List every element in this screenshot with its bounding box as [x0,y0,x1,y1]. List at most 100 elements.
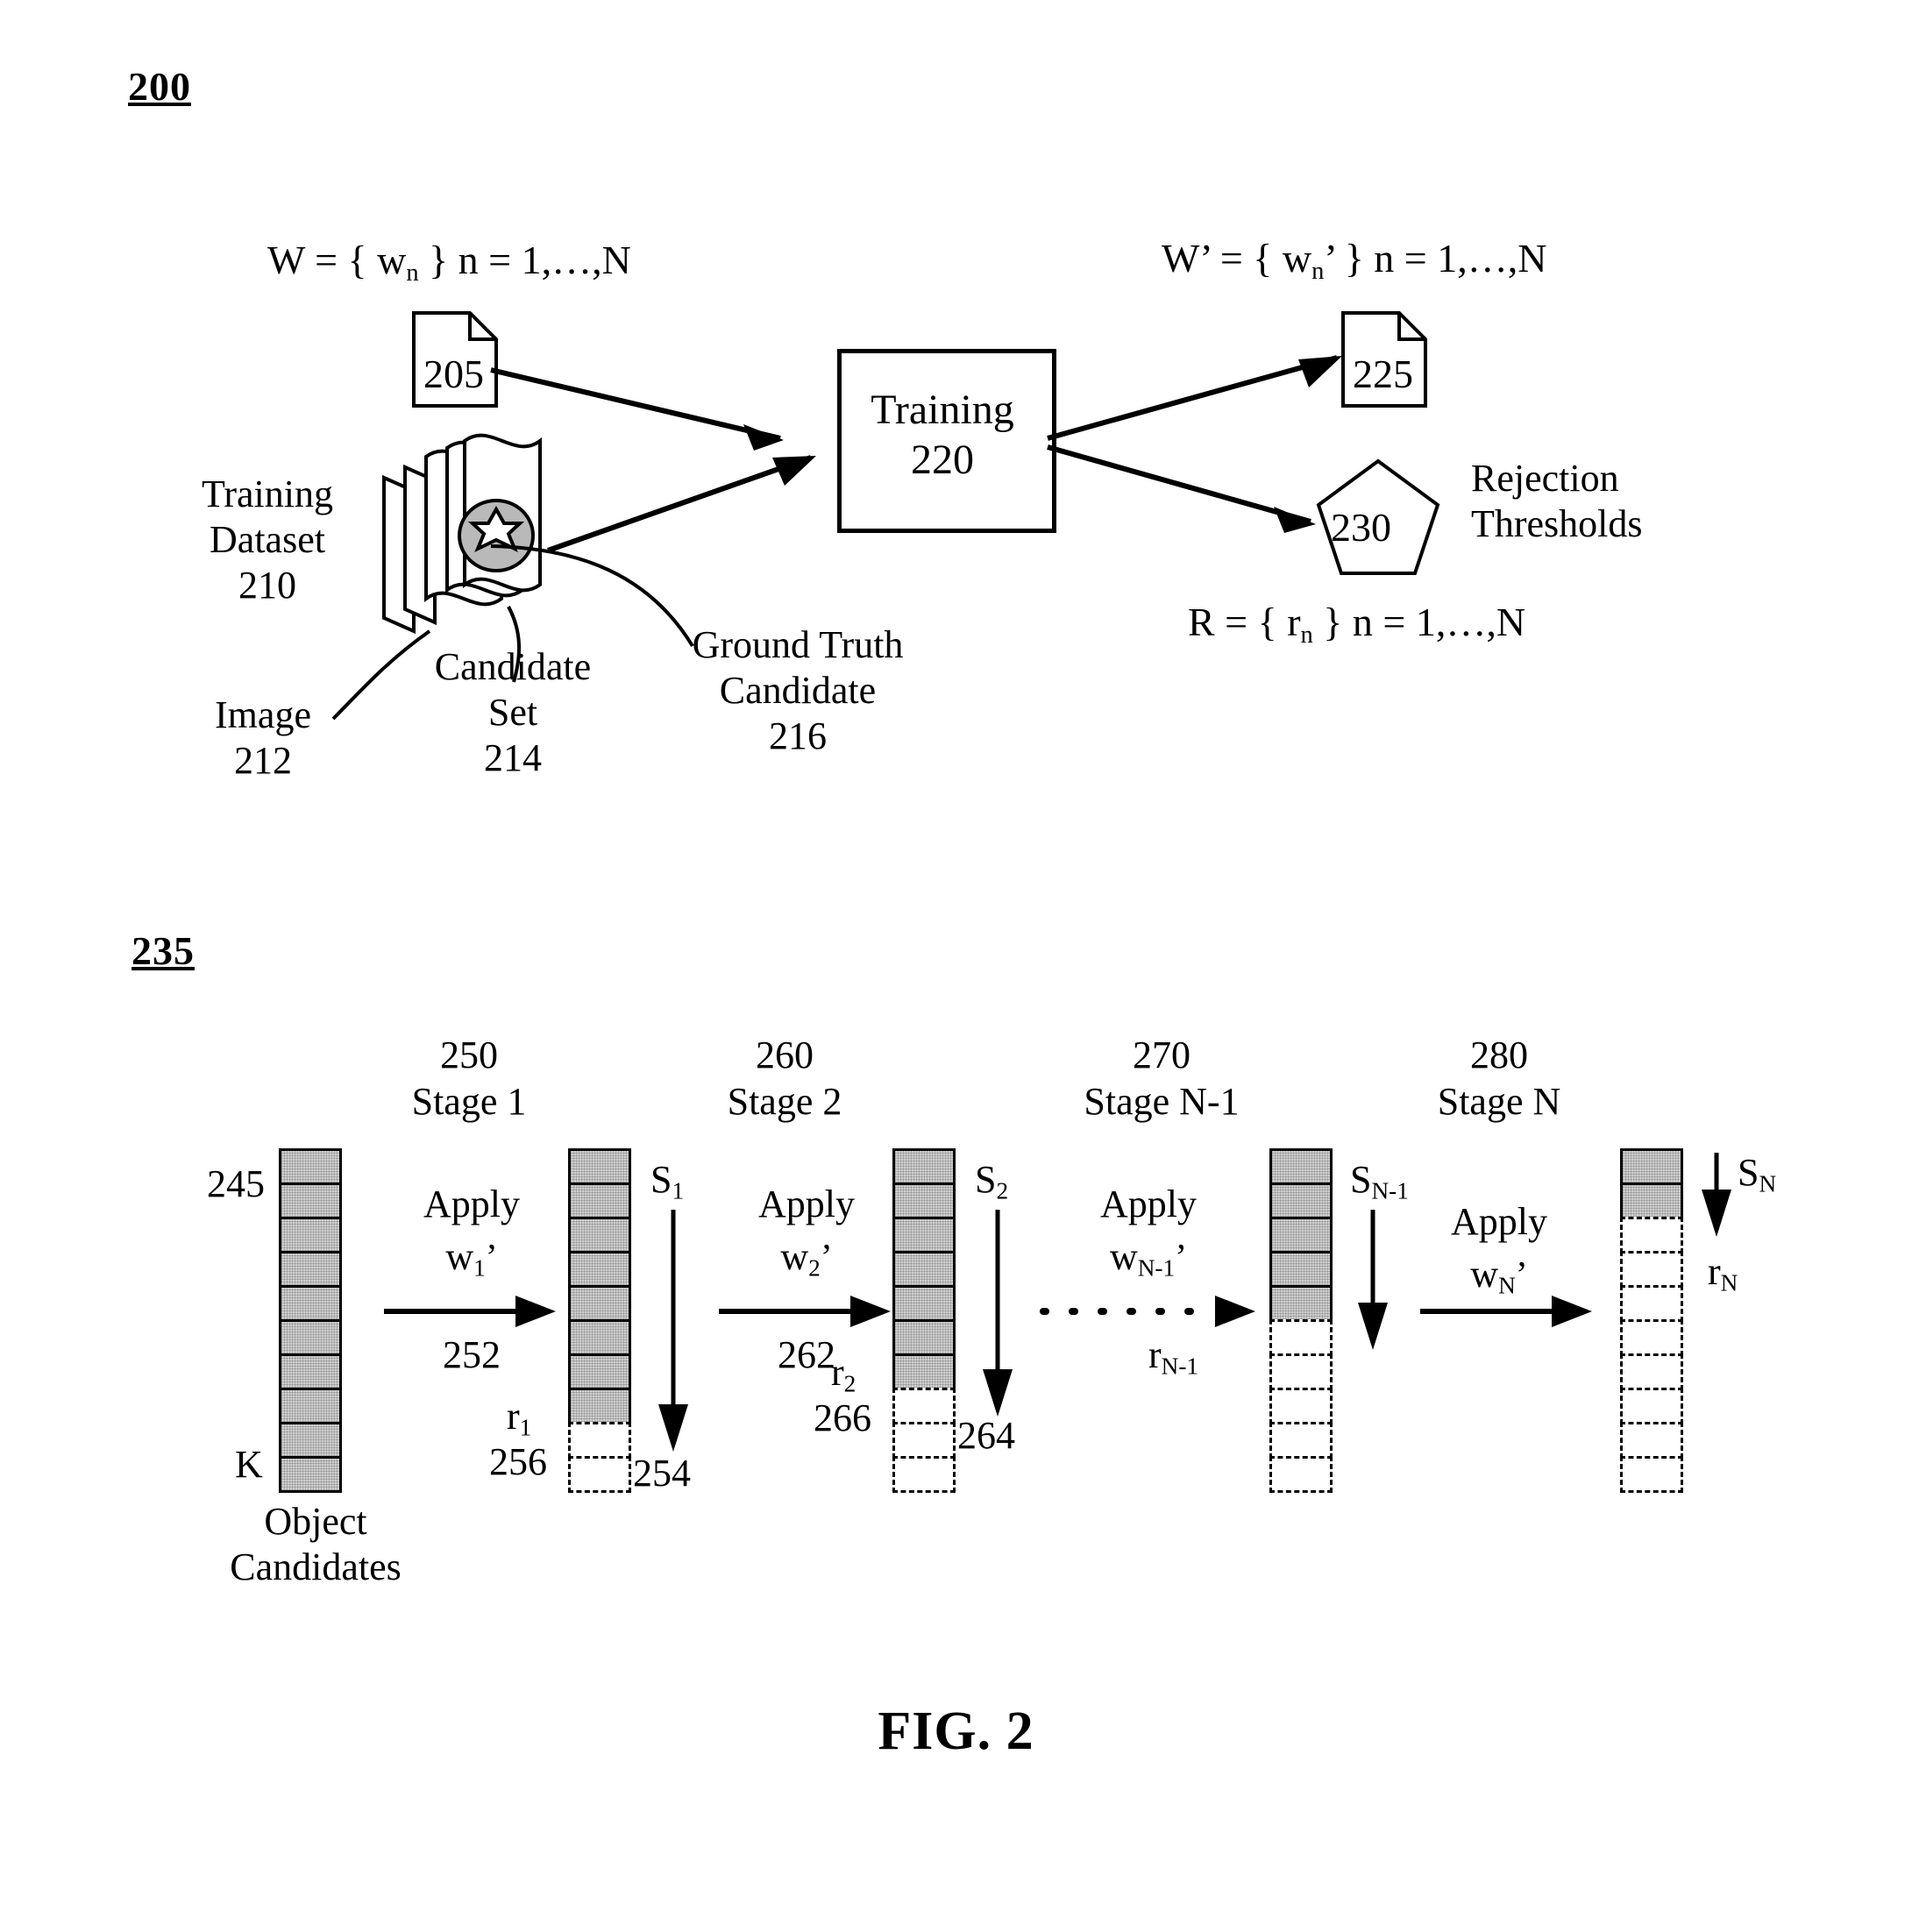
candidate-cell-rejected [1620,1422,1683,1459]
apply-label-4: Apply [1411,1199,1587,1244]
candidate-cell-filled [279,1285,342,1322]
apply-arrow-3-dotted [1040,1296,1255,1327]
candidate-cell-rejected [1269,1422,1333,1459]
training-box-title: Training [871,387,1014,433]
rejection-thresholds-caption-line2: Thresholds [1471,501,1643,545]
score-label-3: SN-1 [1350,1157,1409,1205]
threshold-label-3-sub: N-1 [1161,1353,1199,1380]
candidate-cell-filled [279,1217,342,1254]
apply-arrow-1 [384,1296,556,1327]
weights-in-document-label: 205 [423,352,484,396]
candidate-cell-filled [892,1183,956,1219]
apply-arrow-2 [719,1296,891,1327]
candidate-column-stage-n-1 [1269,1148,1333,1493]
candidate-cell-rejected [1269,1456,1333,1493]
object-candidates-caption-line1: Object [264,1500,367,1543]
score-label-2-base: S [975,1158,997,1201]
candidate-cell-filled [568,1388,631,1424]
score-label-3-sub: N-1 [1371,1177,1409,1204]
candidate-cell-filled [1269,1251,1333,1288]
threshold-label-1-base: r [507,1395,520,1438]
input-weights-equation-head: W = { w [267,238,407,282]
candidate-cell-filled [1620,1148,1683,1185]
threshold-label-3: rN-1 [1148,1332,1198,1381]
candidate-set-label-line2: Set [487,690,538,734]
apply-weight-2: w2’ [719,1234,894,1282]
apply-label-3: Apply [1052,1182,1245,1226]
stage-header-4: 280 Stage N [1390,1033,1609,1126]
candidate-set-label: Candidate Set 214 [399,644,627,781]
apply-label-1: Apply [384,1182,559,1226]
training-box-label: Training 220 [837,386,1048,485]
apply-weight-3-base: w [1109,1235,1138,1278]
image-label: Image 212 [175,693,351,784]
candidate-cell-rejected [1620,1285,1683,1322]
threshold-id-2: 266 [814,1396,871,1439]
figure-caption: FIG. 2 [878,1701,1034,1761]
apply-arrow-1-id: 252 [443,1333,501,1376]
candidate-cell-filled [892,1285,956,1322]
candidate-cell-rejected [1620,1251,1683,1288]
training-box-id: 220 [911,436,974,483]
stage-header-2: 260 Stage 2 [684,1033,885,1126]
stage-header-3-name: Stage N-1 [1084,1079,1240,1123]
apply-label-2: Apply [719,1182,894,1226]
apply-weight-1-prime: ’ [485,1238,498,1278]
score-arrow-3 [1358,1210,1388,1350]
candidate-cell-filled [568,1353,631,1390]
candidate-cell-filled [279,1456,342,1493]
candidate-cell-rejected [1620,1388,1683,1424]
candidate-column-stage-2 [892,1148,956,1493]
apply-weight-2-base: w [780,1235,809,1278]
candidate-column-stage-n [1620,1148,1683,1493]
candidate-cell-filled [279,1183,342,1219]
output-weights-equation: W’ = { wn’ } n = 1,…,N [1162,235,1546,286]
apply-weight-1-base: w [445,1235,474,1278]
score-label-4-sub: N [1759,1170,1777,1197]
threshold-label-4: rN [1708,1249,1738,1297]
ground-truth-label-id: 216 [769,714,827,757]
stage-header-4-name: Stage N [1437,1079,1561,1123]
candidate-set-label-line1: Candidate [434,645,592,688]
candidate-cell-filled [892,1353,956,1390]
apply-weight-4: wN’ [1411,1252,1587,1300]
candidate-cell-rejected [892,1388,956,1424]
score-arrow-1 [658,1210,688,1452]
candidate-cell-filled [1620,1183,1683,1219]
candidate-cell-rejected [1620,1456,1683,1493]
input-weights-equation-sub: n [406,259,419,287]
apply-weight-1-sub: 1 [473,1254,486,1282]
candidate-cell-rejected [1269,1319,1333,1356]
stage-header-3-id: 270 [1133,1033,1191,1076]
apply-label-2-text: Apply [758,1183,855,1225]
candidate-cell-filled [1269,1217,1333,1254]
apply-label-3-text: Apply [1100,1183,1197,1225]
stage-header-1: 250 Stage 1 [368,1033,570,1126]
apply-weight-3: wN-1’ [1052,1234,1245,1282]
threshold-label-2-base: r [831,1351,844,1394]
thresholds-equation-tail: } n = 1,…,N [1312,600,1526,644]
apply-label-4-text: Apply [1451,1200,1547,1243]
score-arrow-2 [983,1210,1013,1417]
candidate-cell-filled [279,1388,342,1424]
apply-arrow-2-id: 262 [778,1333,835,1376]
candidate-cell-filled [568,1319,631,1356]
candidate-cell-filled [279,1251,342,1288]
candidate-cell-rejected [1269,1353,1333,1390]
candidate-cell-rejected [568,1456,631,1493]
rejection-thresholds-pentagon-label: 230 [1331,505,1391,550]
stage-header-3: 270 Stage N-1 [1034,1033,1289,1126]
candidate-cell-filled [568,1148,631,1185]
threshold-id-1: 256 [489,1440,547,1483]
input-weights-equation-tail: } n = 1,…,N [418,238,631,282]
ground-truth-label-line1: Ground Truth [692,623,904,666]
candidate-cell-filled [892,1148,956,1185]
score-label-2-sub: 2 [996,1177,1009,1204]
candidate-column-input-id: 245 [207,1162,265,1205]
image-label-id: 212 [234,738,292,782]
candidate-column-input [279,1148,342,1493]
candidate-cell-filled [279,1319,342,1356]
weights-out-document-label: 225 [1353,352,1413,396]
threshold-label-1: r1 [507,1394,531,1442]
apply-weight-3-sub: N-1 [1137,1254,1176,1282]
